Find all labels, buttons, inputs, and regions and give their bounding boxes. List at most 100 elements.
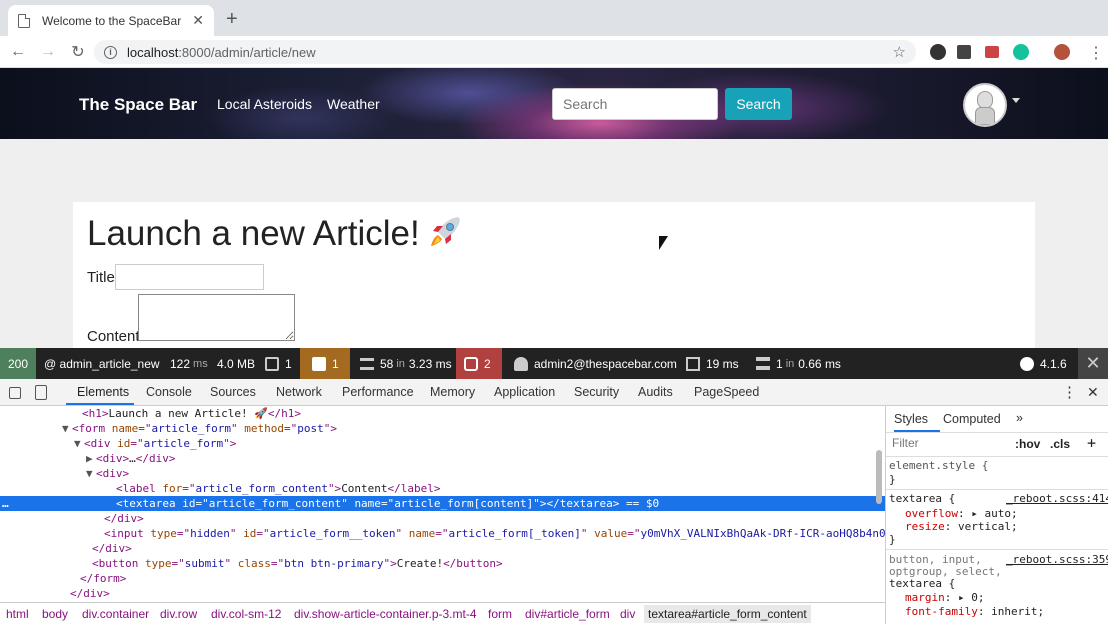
memory-item[interactable]: 4.0 MB — [217, 348, 255, 379]
dom-node[interactable]: </div> — [0, 541, 885, 556]
add-rule-icon[interactable]: + — [1087, 434, 1096, 452]
search-button[interactable]: Search — [725, 88, 792, 120]
user-item[interactable]: admin2@thespacebar.com — [514, 348, 677, 379]
time-item[interactable]: 122 ms — [170, 348, 208, 379]
dom-node-selected[interactable]: … <textarea id="article_form_content" nam… — [0, 496, 885, 511]
dom-node[interactable]: ▼ <form name="article_form" method="post"… — [0, 421, 885, 436]
extension-icon[interactable] — [930, 44, 946, 60]
code-token: </form> — [80, 572, 127, 585]
dom-node[interactable]: </form> — [0, 571, 885, 586]
tab-application[interactable]: Application — [494, 385, 555, 399]
tab-pagespeed[interactable]: PageSpeed — [694, 385, 759, 399]
code-token: type — [150, 527, 177, 540]
chevron-down-icon[interactable] — [1012, 98, 1020, 103]
messages-item[interactable]: 2 — [456, 348, 502, 379]
forms-item[interactable]: 1 — [265, 348, 292, 379]
close-devtools-icon[interactable]: ✕ — [1087, 384, 1099, 401]
rule-source-link[interactable]: _reboot.scss:359 — [1006, 553, 1108, 566]
status-code-badge[interactable]: 200 — [0, 348, 36, 379]
nav-local-asteroids[interactable]: Local Asteroids — [217, 96, 312, 112]
profile-avatar[interactable] — [1054, 44, 1070, 60]
tab-computed[interactable]: Computed — [943, 412, 1001, 426]
code-token: <div — [84, 437, 118, 450]
rule-source-link[interactable]: _reboot.scss:414 — [1006, 492, 1108, 505]
info-icon[interactable]: i — [104, 45, 117, 59]
back-icon[interactable]: ← — [6, 43, 30, 61]
dom-node[interactable]: <h1>Launch a new Article! 🚀</h1> — [0, 406, 885, 421]
dom-node[interactable]: ▼ <div> — [0, 466, 885, 481]
breadcrumb-item[interactable]: div.container — [82, 607, 149, 621]
tab-performance[interactable]: Performance — [342, 385, 414, 399]
collapse-arrow-icon[interactable]: ▼ — [74, 436, 84, 451]
close-tab-icon[interactable]: ✕ — [192, 12, 204, 29]
rocket-icon — [430, 217, 460, 246]
tab-elements[interactable]: Elements — [77, 385, 129, 399]
elements-scrollbar[interactable] — [876, 450, 882, 504]
route-item[interactable]: @ admin_article_new — [44, 348, 160, 379]
more-tabs-icon[interactable]: » — [1016, 411, 1023, 425]
devtools-menu-icon[interactable]: ⋮ — [1062, 383, 1077, 401]
breadcrumb-item[interactable]: form — [488, 607, 512, 621]
database-item[interactable]: 58 in 3.23 ms — [360, 348, 452, 379]
collapse-arrow-icon[interactable]: ▼ — [62, 421, 72, 436]
expand-arrow-icon[interactable]: ▶ — [86, 451, 96, 466]
css-property[interactable]: resize: vertical; — [905, 520, 1018, 533]
styles-filter-input[interactable]: Filter — [889, 433, 1005, 455]
tab-security[interactable]: Security — [574, 385, 619, 399]
symfony-version-item[interactable]: 4.1.6 — [1020, 348, 1067, 379]
rule-close: } — [889, 473, 896, 486]
breadcrumb-item[interactable]: html — [6, 607, 29, 621]
breadcrumb-item[interactable]: div.col-sm-12 — [211, 607, 281, 621]
cache-item[interactable]: 19 ms — [686, 348, 739, 379]
dom-node[interactable]: <button type="submit" class="btn btn-pri… — [0, 556, 885, 571]
tab-sources[interactable]: Sources — [210, 385, 256, 399]
new-tab-icon[interactable]: + — [226, 9, 238, 29]
breadcrumb-item[interactable]: body — [42, 607, 68, 621]
tab-network[interactable]: Network — [276, 385, 322, 399]
tab-audits[interactable]: Audits — [638, 385, 673, 399]
tab-memory[interactable]: Memory — [430, 385, 475, 399]
dom-node[interactable]: <input type="hidden" id="article_form__t… — [0, 526, 885, 541]
close-toolbar-button[interactable]: ✕ — [1078, 348, 1108, 379]
warnings-item[interactable]: 1 — [300, 348, 350, 379]
layers-extension-icon[interactable] — [957, 45, 971, 59]
css-property[interactable]: overflow: ▸ auto; — [905, 507, 1018, 520]
forward-icon[interactable]: → — [36, 43, 60, 61]
reload-icon[interactable]: ↻ — [66, 42, 90, 62]
dom-node[interactable]: ▼ <div id="article_form"> — [0, 436, 885, 451]
content-textarea[interactable] — [138, 294, 295, 341]
collapse-arrow-icon[interactable]: ▼ — [86, 466, 96, 481]
inspect-element-icon[interactable] — [9, 387, 21, 399]
dom-node[interactable]: ▶ <div>…</div> — [0, 451, 885, 466]
code-token: id — [117, 437, 131, 450]
breadcrumb-item[interactable]: div — [620, 607, 635, 621]
nav-weather[interactable]: Weather — [327, 96, 380, 112]
node-menu-icon[interactable]: … — [2, 496, 9, 511]
elements-tree[interactable]: <h1>Launch a new Article! 🚀</h1> ▼ <form n… — [0, 406, 885, 602]
css-property[interactable]: margin: ▸ 0; — [905, 591, 985, 604]
browser-tab[interactable]: Welcome to the SpaceBar ✕ — [8, 5, 214, 36]
breadcrumb-item-current[interactable]: textarea#article_form_content — [644, 605, 811, 623]
user-avatar[interactable] — [963, 83, 1007, 127]
dom-node[interactable]: </div> — [0, 586, 885, 601]
title-input[interactable] — [115, 264, 264, 290]
assets-item[interactable]: 1 in 0.66 ms — [756, 348, 841, 379]
grammarly-icon[interactable] — [1013, 44, 1029, 60]
search-input[interactable] — [552, 88, 718, 120]
bookmark-star-icon[interactable]: ☆ — [893, 43, 906, 61]
hov-toggle[interactable]: :hov — [1015, 437, 1040, 451]
tab-styles[interactable]: Styles — [894, 412, 928, 426]
dom-node[interactable]: </div> — [0, 511, 885, 526]
breadcrumb-item[interactable]: div.show-article-container.p-3.mt-4 — [294, 607, 477, 621]
address-bar[interactable]: i localhost:8000/admin/article/new ☆ — [94, 40, 916, 64]
tab-console[interactable]: Console — [146, 385, 192, 399]
site-brand[interactable]: The Space Bar — [79, 95, 197, 115]
menu-icon[interactable]: ⋮ — [1084, 43, 1108, 63]
breadcrumb-item[interactable]: div#article_form — [525, 607, 610, 621]
breadcrumb-item[interactable]: div.row — [160, 607, 197, 621]
dom-node[interactable]: <label for="article_form_content">Conten… — [0, 481, 885, 496]
device-toolbar-icon[interactable] — [35, 385, 47, 400]
css-property[interactable]: font-family: inherit; — [905, 605, 1044, 618]
extension-icon[interactable] — [985, 46, 999, 58]
cls-toggle[interactable]: .cls — [1050, 437, 1070, 451]
